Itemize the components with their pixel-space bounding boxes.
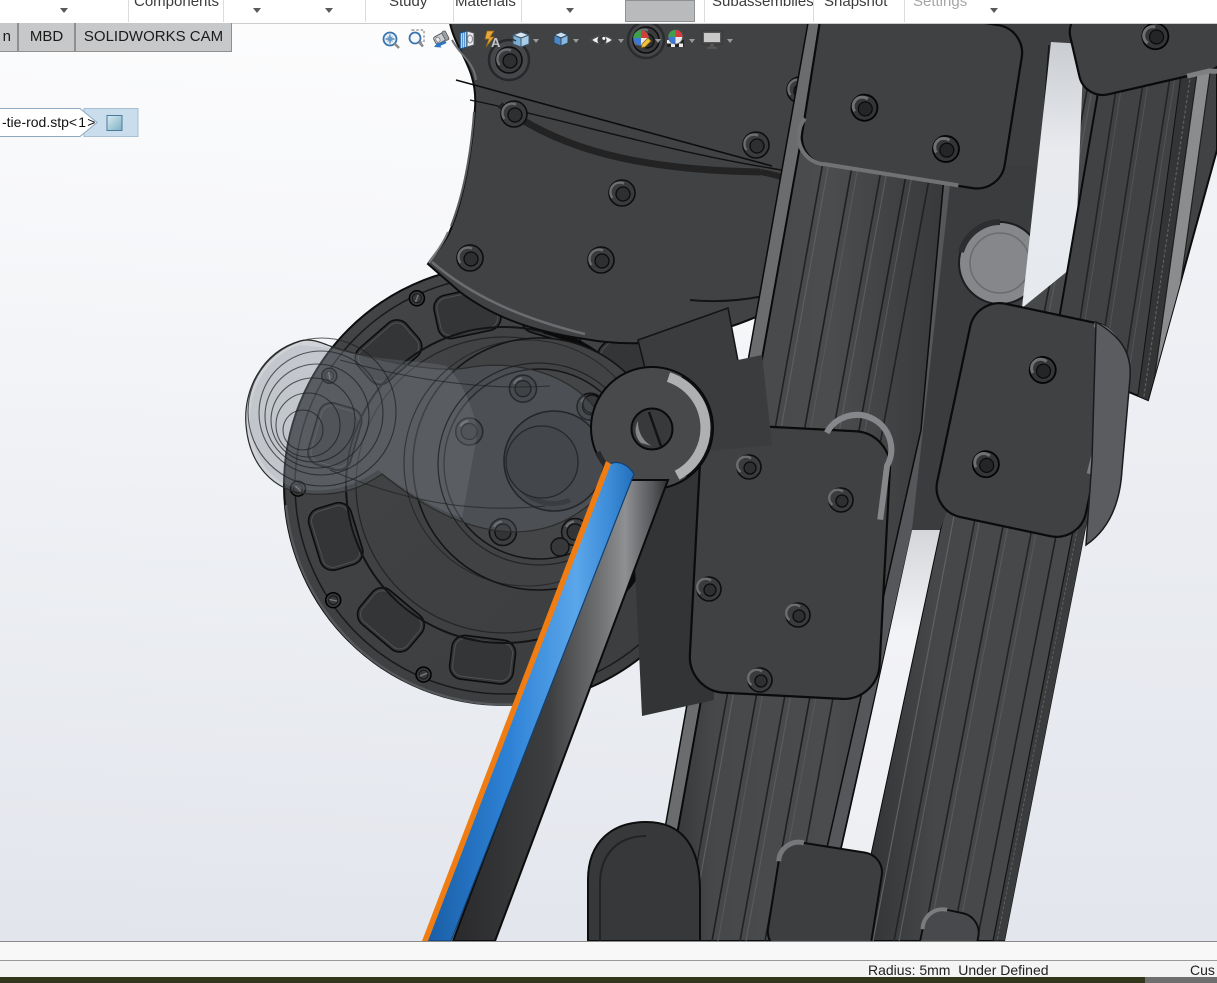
svg-text:-tie-rod.stp< 1 >: -tie-rod.stp< 1 > [2,114,95,130]
svg-text:A: A [491,35,501,50]
